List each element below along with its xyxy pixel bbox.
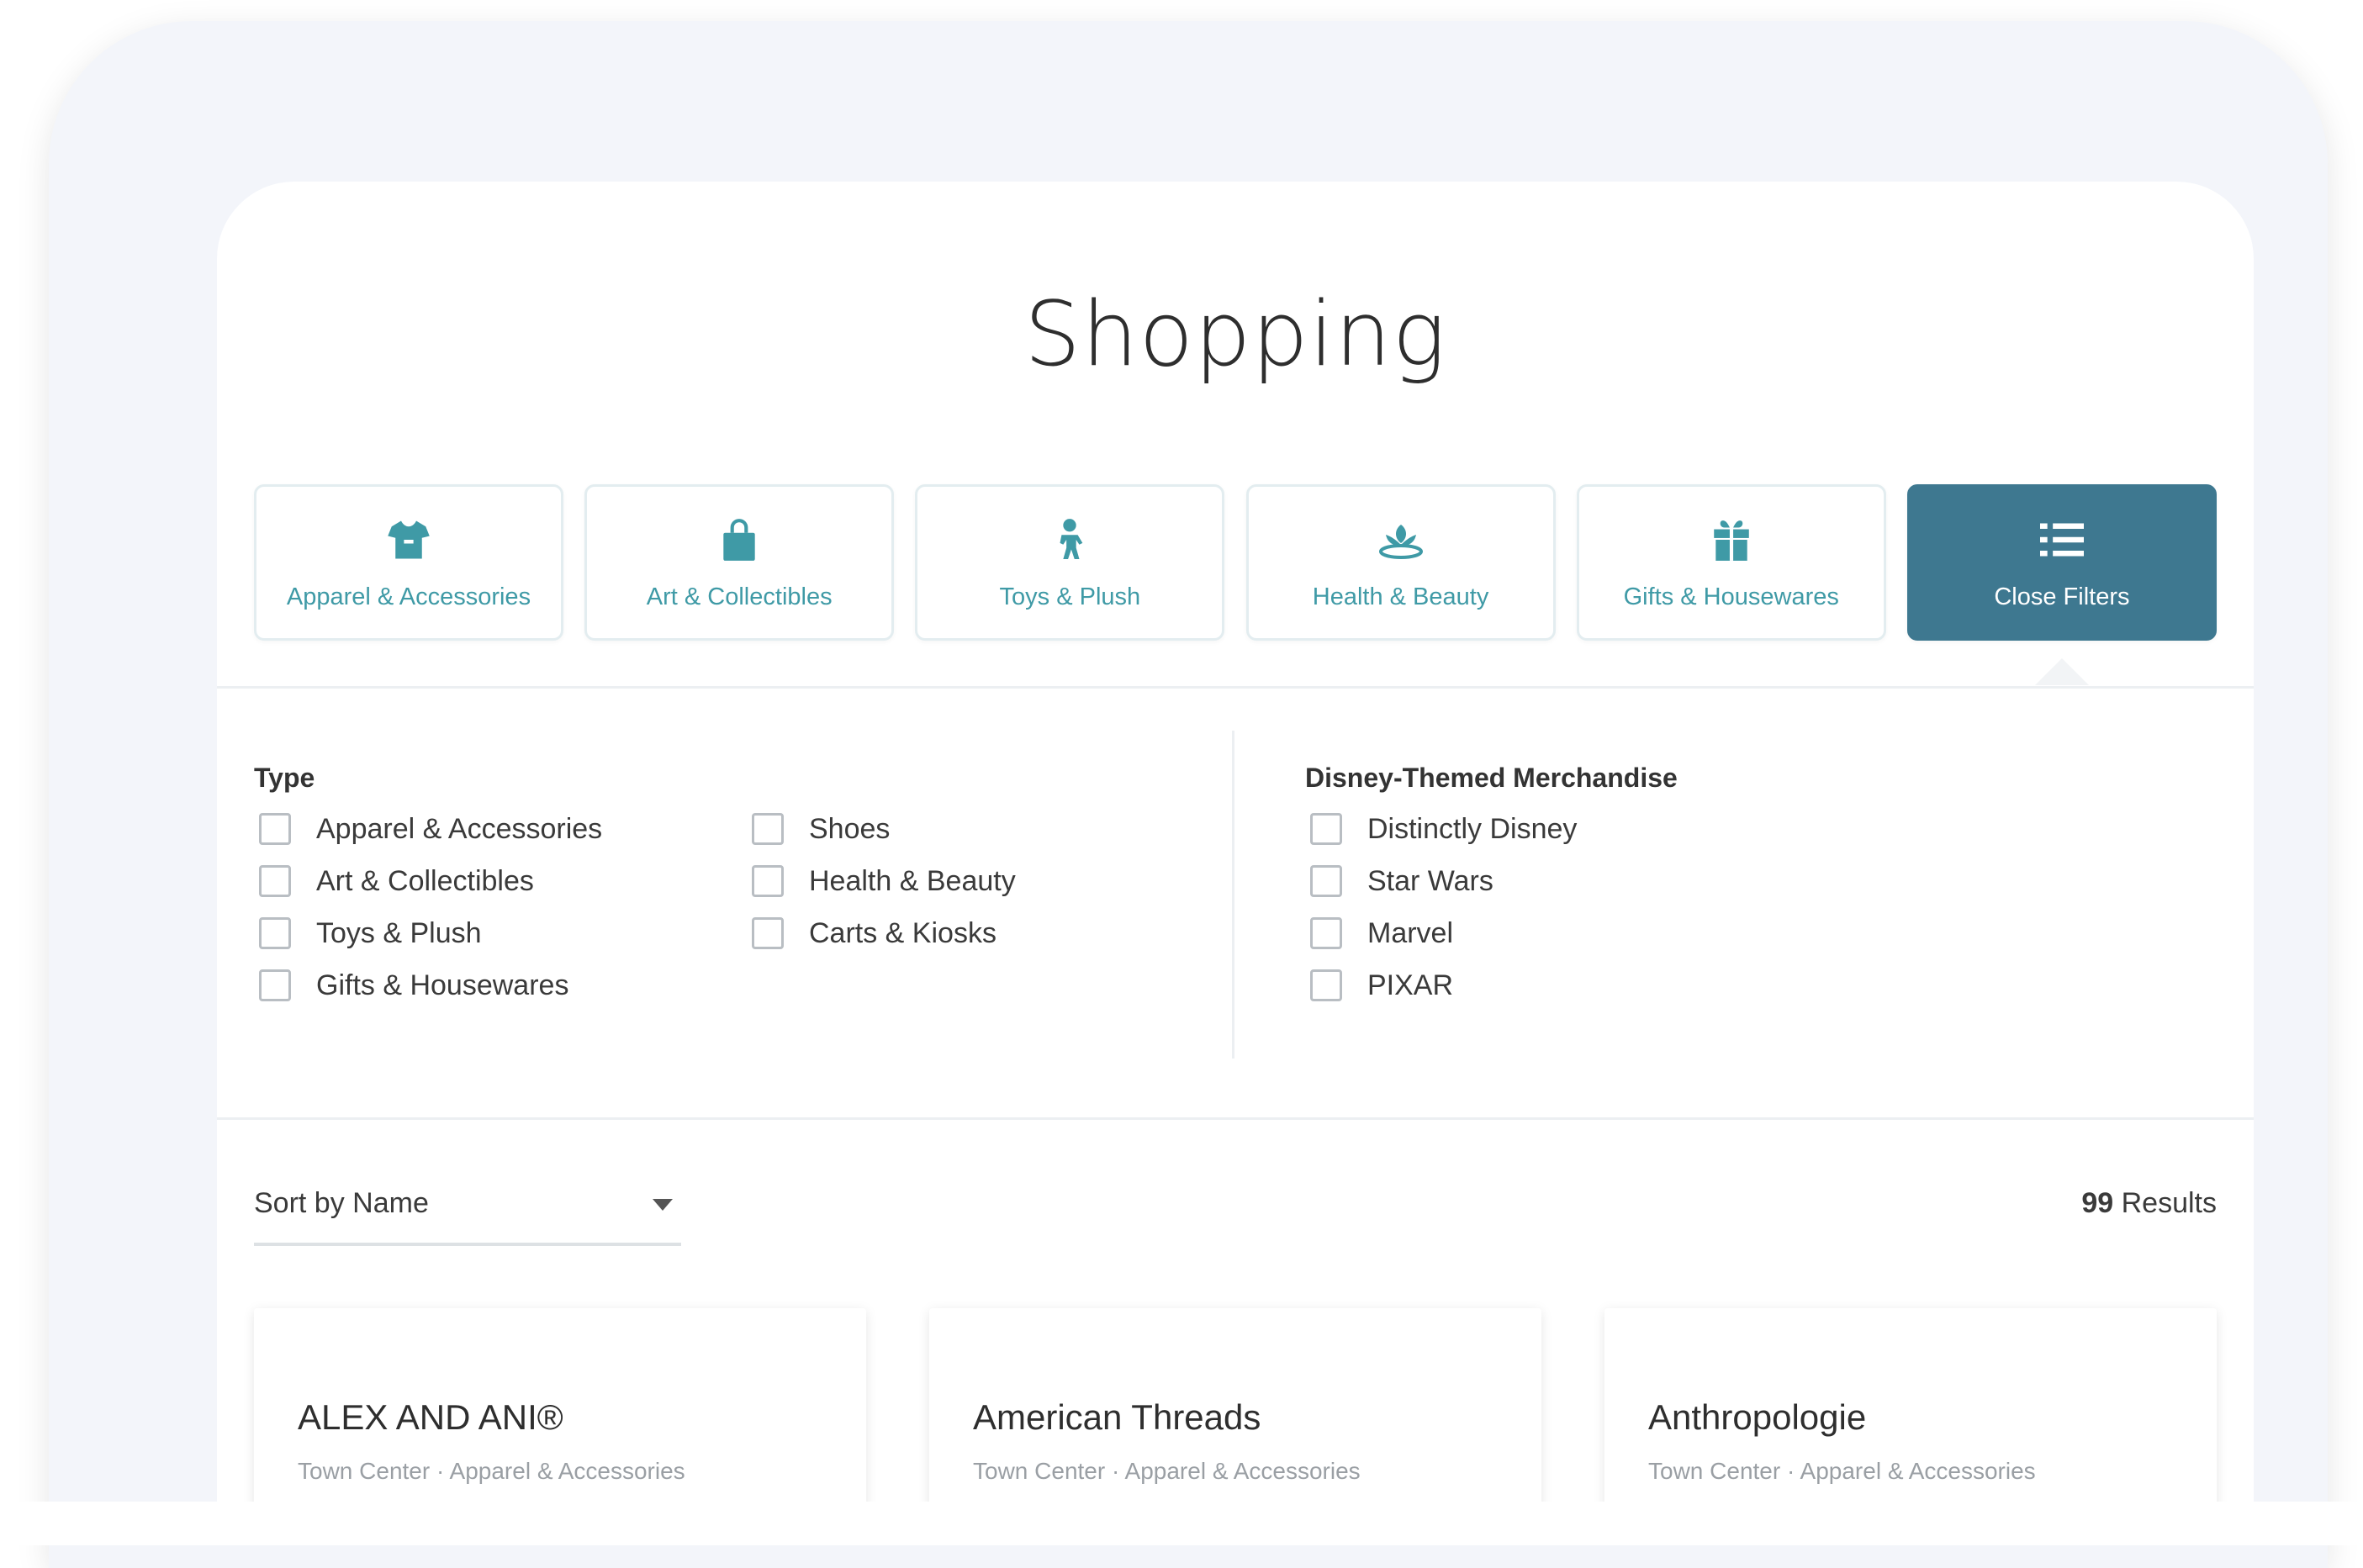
category-tiles: Apparel & Accessories Art & Collectibles… bbox=[254, 484, 2217, 685]
filter-option-carts-kiosks[interactable]: Carts & Kiosks bbox=[752, 914, 996, 953]
shopping-bag-icon bbox=[714, 515, 764, 565]
filter-option-marvel[interactable]: Marvel bbox=[1310, 914, 1453, 953]
option-label: Carts & Kiosks bbox=[809, 916, 996, 949]
filter-option-health-beauty[interactable]: Health & Beauty bbox=[752, 862, 1016, 900]
toy-figure-icon bbox=[1044, 515, 1095, 565]
filter-group-title-type: Type bbox=[254, 763, 315, 793]
app-screen: Shopping Apparel & Accessories Art & Col… bbox=[217, 182, 2254, 1527]
bottom-edge bbox=[0, 1502, 2363, 1545]
store-card[interactable]: American Threads Town Center · Apparel &… bbox=[929, 1308, 1541, 1527]
store-card[interactable]: Anthropologie Town Center · Apparel & Ac… bbox=[1604, 1308, 2217, 1527]
tshirt-icon bbox=[383, 515, 434, 565]
option-label: Toys & Plush bbox=[316, 916, 482, 949]
checkbox[interactable] bbox=[259, 813, 291, 845]
store-list: ALEX AND ANI® Town Center · Apparel & Ac… bbox=[254, 1308, 2217, 1527]
checkbox[interactable] bbox=[1310, 917, 1342, 949]
tile-label: Apparel & Accessories bbox=[286, 583, 531, 610]
tile-label: Toys & Plush bbox=[999, 583, 1141, 610]
checkbox[interactable] bbox=[752, 813, 784, 845]
tile-toys-plush[interactable]: Toys & Plush bbox=[915, 484, 1225, 641]
spa-lotus-icon bbox=[1376, 515, 1426, 565]
checkbox[interactable] bbox=[1310, 813, 1342, 845]
store-meta: Town Center · Apparel & Accessories bbox=[298, 1458, 685, 1484]
option-label: Apparel & Accessories bbox=[316, 812, 603, 845]
tile-label: Health & Beauty bbox=[1312, 583, 1489, 610]
results-count: 99 Results bbox=[2081, 1187, 2217, 1220]
store-name: Anthropologie bbox=[1648, 1397, 1867, 1437]
sort-label: Sort by Name bbox=[254, 1187, 429, 1219]
option-label: Distinctly Disney bbox=[1367, 812, 1578, 845]
store-name: ALEX AND ANI® bbox=[298, 1397, 563, 1437]
option-label: Marvel bbox=[1367, 916, 1454, 949]
checkbox[interactable] bbox=[752, 917, 784, 949]
checkbox[interactable] bbox=[259, 865, 291, 897]
gift-icon bbox=[1706, 515, 1757, 565]
tile-label: Gifts & Housewares bbox=[1623, 583, 1839, 610]
checkbox[interactable] bbox=[1310, 865, 1342, 897]
tile-health-beauty[interactable]: Health & Beauty bbox=[1245, 484, 1556, 641]
tile-apparel-accessories[interactable]: Apparel & Accessories bbox=[254, 484, 563, 641]
checkbox[interactable] bbox=[259, 969, 291, 1001]
filter-option-apparel-accessories[interactable]: Apparel & Accessories bbox=[259, 810, 602, 848]
filter-panel: Type Apparel & Accessories Art & Collect… bbox=[217, 686, 2254, 1120]
option-label: PIXAR bbox=[1367, 969, 1454, 1001]
option-label: Art & Collectibles bbox=[316, 864, 534, 897]
store-meta: Town Center · Apparel & Accessories bbox=[973, 1458, 1361, 1484]
tablet-frame: Shopping Apparel & Accessories Art & Col… bbox=[49, 21, 2328, 1568]
sort-dropdown[interactable]: Sort by Name bbox=[254, 1182, 681, 1246]
filter-option-toys-plush[interactable]: Toys & Plush bbox=[259, 914, 482, 953]
tile-art-collectibles[interactable]: Art & Collectibles bbox=[584, 484, 895, 641]
checkbox[interactable] bbox=[752, 865, 784, 897]
tile-gifts-housewares[interactable]: Gifts & Housewares bbox=[1576, 484, 1886, 641]
store-card[interactable]: ALEX AND ANI® Town Center · Apparel & Ac… bbox=[254, 1308, 866, 1527]
checkbox[interactable] bbox=[1310, 969, 1342, 1001]
filter-option-gifts-housewares[interactable]: Gifts & Housewares bbox=[259, 966, 568, 1005]
filter-option-distinctly-disney[interactable]: Distinctly Disney bbox=[1310, 810, 1577, 848]
option-label: Health & Beauty bbox=[809, 864, 1016, 897]
caret-down-icon bbox=[653, 1199, 673, 1211]
results-number: 99 bbox=[2081, 1187, 2114, 1219]
list-icon bbox=[2037, 515, 2087, 565]
filter-option-shoes[interactable]: Shoes bbox=[752, 810, 890, 848]
option-label: Gifts & Housewares bbox=[316, 969, 569, 1001]
close-filters-button[interactable]: Close Filters bbox=[1906, 484, 2217, 685]
store-name: American Threads bbox=[973, 1397, 1261, 1437]
results-label: Results bbox=[2121, 1187, 2217, 1219]
filter-option-pixar[interactable]: PIXAR bbox=[1310, 966, 1453, 1005]
option-label: Star Wars bbox=[1367, 864, 1493, 897]
page-title: Shopping bbox=[1023, 282, 1447, 386]
tile-label: Art & Collectibles bbox=[646, 583, 833, 610]
filter-divider bbox=[1232, 731, 1234, 1059]
checkbox[interactable] bbox=[259, 917, 291, 949]
option-label: Shoes bbox=[809, 812, 891, 845]
store-meta: Town Center · Apparel & Accessories bbox=[1648, 1458, 2036, 1484]
filter-option-art-collectibles[interactable]: Art & Collectibles bbox=[259, 862, 534, 900]
filter-option-star-wars[interactable]: Star Wars bbox=[1310, 862, 1493, 900]
filter-group-title-themed: Disney-Themed Merchandise bbox=[1305, 763, 1678, 793]
tile-label: Close Filters bbox=[1994, 583, 2130, 610]
